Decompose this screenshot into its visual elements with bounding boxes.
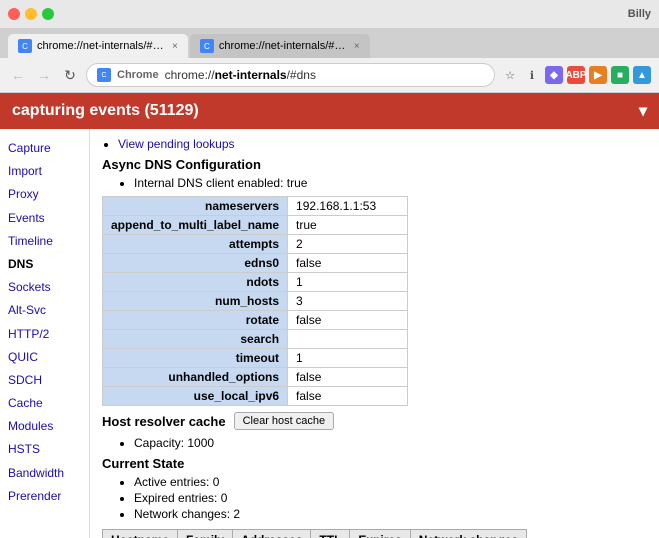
tab-sockets-label: chrome://net-internals/#sock...: [219, 40, 349, 52]
dns-key-cell: use_local_ipv6: [103, 387, 288, 406]
dns-table-row: use_local_ipv6false: [103, 387, 408, 406]
dns-value-cell: false: [288, 368, 408, 387]
address-favicon: C: [97, 68, 111, 82]
dns-key-cell: append_to_multi_label_name: [103, 216, 288, 235]
sidebar-item-hsts[interactable]: HSTS: [0, 438, 89, 461]
dns-table-row: timeout1: [103, 349, 408, 368]
dns-table-row: attempts2: [103, 235, 408, 254]
dns-value-cell: 1: [288, 273, 408, 292]
state-item: Expired entries: 0: [134, 491, 647, 505]
ext-icon-1[interactable]: ◆: [545, 66, 563, 84]
tab-sockets[interactable]: C chrome://net-internals/#sock... ×: [190, 34, 370, 58]
reload-button[interactable]: ↻: [60, 65, 80, 85]
dns-table-row: unhandled_optionsfalse: [103, 368, 408, 387]
tab-favicon-dns: C: [18, 39, 32, 53]
dns-table-row: edns0false: [103, 254, 408, 273]
chrome-label: Chrome: [117, 69, 159, 81]
sidebar-item-import[interactable]: Import: [0, 160, 89, 183]
sidebar-item-capture[interactable]: Capture: [0, 137, 89, 160]
sidebar-item-timeline[interactable]: Timeline: [0, 230, 89, 253]
info-icon[interactable]: ℹ: [523, 66, 541, 84]
dns-value-cell: 192.168.1.1:53: [288, 197, 408, 216]
sidebar-item-modules[interactable]: Modules: [0, 415, 89, 438]
view-pending-link[interactable]: View pending lookups: [118, 137, 235, 151]
dns-table-row: search: [103, 330, 408, 349]
sidebar-item-altsvc[interactable]: Alt-Svc: [0, 299, 89, 322]
capacity-text: Capacity: 1000: [134, 436, 647, 450]
sidebar-item-events[interactable]: Events: [0, 207, 89, 230]
state-item: Active entries: 0: [134, 475, 647, 489]
sidebar-item-sdch[interactable]: SDCH: [0, 369, 89, 392]
capturing-arrow[interactable]: ▾: [639, 101, 647, 121]
bookmark-icon[interactable]: ☆: [501, 66, 519, 84]
sidebar-item-proxy[interactable]: Proxy: [0, 183, 89, 206]
content-area: View pending lookups Async DNS Configura…: [90, 129, 659, 538]
dns-key-cell: edns0: [103, 254, 288, 273]
capturing-bar: capturing events (51129) ▾: [0, 93, 659, 129]
dns-table-row: num_hosts3: [103, 292, 408, 311]
dns-value-cell: false: [288, 254, 408, 273]
dns-value-cell: [288, 330, 408, 349]
capturing-text: capturing events (51129): [12, 102, 199, 120]
dns-table-row: rotatefalse: [103, 311, 408, 330]
dns-table-row: nameservers192.168.1.1:53: [103, 197, 408, 216]
ext-icon-5[interactable]: ▲: [633, 66, 651, 84]
minimize-button[interactable]: [25, 8, 37, 20]
tab-sockets-close[interactable]: ×: [354, 41, 360, 52]
sidebar: Capture Import Proxy Events Timeline DNS…: [0, 129, 90, 538]
dns-value-cell: false: [288, 311, 408, 330]
sidebar-item-quic[interactable]: QUIC: [0, 346, 89, 369]
tab-dns-label: chrome://net-internals/#dns: [37, 40, 167, 52]
dns-value-cell: true: [288, 216, 408, 235]
user-label: Billy: [628, 8, 651, 20]
ext-icon-3[interactable]: ▶: [589, 66, 607, 84]
dns-value-cell: 1: [288, 349, 408, 368]
address-bar[interactable]: C Chrome chrome://net-internals/#dns: [86, 63, 495, 87]
dns-value-cell: 3: [288, 292, 408, 311]
host-resolver-label: Host resolver cache: [102, 414, 226, 429]
dns-key-cell: rotate: [103, 311, 288, 330]
ext-icon-4[interactable]: ■: [611, 66, 629, 84]
dns-key-cell: attempts: [103, 235, 288, 254]
clear-cache-button[interactable]: Clear host cache: [234, 412, 335, 430]
dns-table-row: ndots1: [103, 273, 408, 292]
dns-table-row: append_to_multi_label_nametrue: [103, 216, 408, 235]
dns-key-cell: nameservers: [103, 197, 288, 216]
dns-key-cell: ndots: [103, 273, 288, 292]
back-button[interactable]: ←: [8, 65, 28, 85]
sidebar-item-dns: DNS: [0, 253, 89, 276]
dns-key-cell: unhandled_options: [103, 368, 288, 387]
internal-dns-text: Internal DNS client enabled: true: [134, 176, 647, 190]
state-item: Network changes: 2: [134, 507, 647, 521]
dns-value-cell: 2: [288, 235, 408, 254]
sidebar-item-sockets[interactable]: Sockets: [0, 276, 89, 299]
current-state-title: Current State: [102, 456, 647, 471]
tab-dns-close[interactable]: ×: [172, 41, 178, 52]
close-button[interactable]: [8, 8, 20, 20]
async-dns-title: Async DNS Configuration: [102, 157, 647, 172]
tab-favicon-sockets: C: [200, 39, 214, 53]
forward-button[interactable]: →: [34, 65, 54, 85]
sidebar-item-http2[interactable]: HTTP/2: [0, 323, 89, 346]
sidebar-item-bandwidth[interactable]: Bandwidth: [0, 462, 89, 485]
ext-icon-adblock[interactable]: ABP: [567, 66, 585, 84]
dns-key-cell: timeout: [103, 349, 288, 368]
sidebar-item-cache[interactable]: Cache: [0, 392, 89, 415]
address-url: chrome://net-internals/#dns: [165, 68, 316, 82]
tab-dns[interactable]: C chrome://net-internals/#dns ×: [8, 34, 188, 58]
dns-key-cell: search: [103, 330, 288, 349]
dns-key-cell: num_hosts: [103, 292, 288, 311]
dns-config-table: nameservers192.168.1.1:53append_to_multi…: [102, 196, 408, 406]
maximize-button[interactable]: [42, 8, 54, 20]
dns-value-cell: false: [288, 387, 408, 406]
sidebar-item-prerender[interactable]: Prerender: [0, 485, 89, 508]
